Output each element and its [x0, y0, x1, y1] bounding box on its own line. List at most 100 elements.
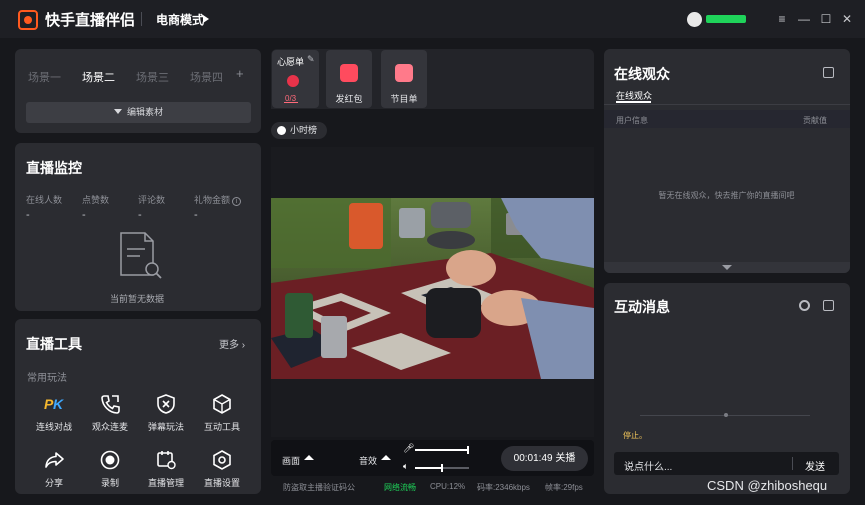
network-status: 网络流畅: [384, 483, 416, 492]
gear-icon[interactable]: [799, 300, 810, 311]
share-icon: [45, 452, 64, 468]
end-live-label: 关播: [555, 453, 576, 464]
program-list-icon: [395, 64, 413, 82]
edit-material-label: 编辑素材: [126, 107, 163, 117]
red-packet-button[interactable]: 发红包: [326, 50, 372, 108]
hour-rank-button[interactable]: 小时榜: [271, 122, 327, 139]
anti-theft-notice[interactable]: 防盗取主播验证码公: [283, 482, 355, 493]
stat-label-comments: 评论数: [138, 195, 166, 205]
monitor-title: 直播监控: [26, 160, 82, 176]
speaker-volume-fill: [415, 467, 442, 469]
scene-tab-2[interactable]: 场景二: [82, 69, 115, 85]
microphone-icon[interactable]: 🎤︎: [403, 443, 414, 454]
no-data-document-icon: [120, 232, 162, 279]
tool-label: 录制: [100, 478, 119, 488]
info-icon[interactable]: i: [232, 197, 242, 206]
sound-caret-icon[interactable]: [381, 455, 391, 460]
col-user-info: 用户信息: [616, 116, 648, 125]
stat-label-gifts: 礼物金额 i: [194, 193, 242, 206]
manage-icon: [157, 451, 176, 470]
stop-message: 停止。: [623, 431, 647, 440]
mode-selector[interactable]: 电商模式: [156, 11, 204, 28]
scene-tab-1[interactable]: 场景一: [28, 69, 61, 85]
audience-title: 在线观众: [614, 66, 670, 82]
stat-label-online: 在线人数: [26, 195, 63, 205]
tab-underline: [616, 101, 651, 103]
title-bar: 快手直播伴侣 电商模式 ≡ — ☐ ✕: [0, 0, 865, 38]
red-packet-label: 发红包: [335, 94, 363, 104]
col-contribution: 贡献值: [803, 116, 827, 125]
no-data-text: 当前暂无数据: [109, 294, 164, 304]
tool-label: 直播设置: [203, 478, 240, 488]
stat-label-likes: 点赞数: [82, 195, 110, 205]
stat-value-comments: -: [138, 209, 142, 221]
chat-placeholder[interactable]: 说点什么...: [624, 458, 672, 473]
program-list-label: 节目单: [390, 94, 418, 104]
wish-list-title: 心愿单: [277, 57, 305, 67]
bitrate: 码率:2346kbps: [477, 483, 530, 492]
mic-volume-knob[interactable]: [467, 446, 469, 454]
sound-label[interactable]: 音效: [359, 454, 377, 467]
stat-value-likes: -: [82, 209, 86, 221]
picture-caret-icon[interactable]: [304, 455, 314, 460]
live-preview[interactable]: [271, 147, 594, 437]
tool-label: 观众连麦: [91, 422, 128, 432]
mode-arrow-icon[interactable]: [203, 15, 209, 23]
close-icon[interactable]: ✕: [838, 10, 856, 28]
popout-icon[interactable]: [823, 67, 834, 78]
speaker-icon[interactable]: 🔈︎: [403, 461, 408, 472]
menu-icon[interactable]: ≡: [773, 10, 791, 28]
send-divider: [792, 457, 793, 470]
tool-label: 分享: [44, 478, 63, 488]
watermark-text: CSDN @zhiboshequ: [707, 478, 828, 493]
app-name: 快手直播伴侣: [45, 12, 136, 29]
maximize-icon[interactable]: ☐: [817, 10, 835, 28]
end-live-button[interactable]: 00:01:49 关播: [501, 446, 588, 471]
barrage-icon: [157, 394, 175, 414]
app-logo: 快手直播伴侣: [18, 9, 135, 30]
stat-value-online: -: [26, 209, 30, 221]
scene-tab-3[interactable]: 场景三: [136, 69, 169, 85]
avatar[interactable]: [687, 12, 702, 27]
cube-icon: [213, 394, 231, 414]
pk-icon: P K: [44, 396, 64, 412]
divider: [604, 104, 850, 105]
user-name-redacted[interactable]: [706, 15, 746, 23]
live-settings-button[interactable]: 直播设置: [194, 449, 250, 489]
pk-battle-button[interactable]: P K 连线对战: [26, 393, 82, 433]
svg-text:K: K: [53, 396, 64, 412]
share-button[interactable]: 分享: [26, 449, 82, 489]
rose-icon: [287, 75, 299, 87]
scene-tab-4[interactable]: 场景四: [190, 69, 223, 85]
interactive-tools-button[interactable]: 互动工具: [194, 393, 250, 433]
program-list-button[interactable]: 节目单: [381, 50, 427, 108]
minimize-icon[interactable]: —: [795, 10, 813, 28]
tool-label: 直播管理: [147, 478, 184, 488]
more-tools-link[interactable]: 更多 ›: [219, 336, 245, 351]
live-manage-button[interactable]: 直播管理: [138, 449, 194, 489]
picture-label[interactable]: 画面: [282, 454, 300, 467]
phone-icon: [101, 395, 120, 414]
edit-material-button[interactable]: 编辑素材: [26, 102, 251, 123]
tool-label: 连线对战: [35, 422, 72, 432]
tool-label: 弹幕玩法: [147, 422, 184, 432]
common-play-label: 常用玩法: [27, 373, 67, 384]
mic-volume-slider[interactable]: [415, 449, 469, 451]
messages-title: 互动消息: [614, 299, 670, 315]
record-button[interactable]: 录制: [82, 449, 138, 489]
stat-value-gifts: -: [194, 209, 198, 221]
chevron-down-icon[interactable]: [722, 265, 732, 270]
barrage-play-button[interactable]: 弹幕玩法: [138, 393, 194, 433]
add-scene-button[interactable]: +: [236, 66, 244, 81]
wish-underline: [284, 102, 298, 103]
kuaishou-logo-icon: [18, 9, 38, 30]
live-timer: 00:01:49: [513, 453, 553, 464]
audience-mic-button[interactable]: 观众连麦: [82, 393, 138, 433]
title-divider: [141, 12, 142, 26]
speaker-volume-knob[interactable]: [441, 464, 443, 472]
divider-dot: [724, 413, 728, 417]
send-button[interactable]: 发送: [805, 458, 825, 473]
edit-icon[interactable]: ✎: [307, 54, 315, 65]
camera-frame: [271, 198, 594, 379]
popout-icon[interactable]: [823, 300, 834, 311]
